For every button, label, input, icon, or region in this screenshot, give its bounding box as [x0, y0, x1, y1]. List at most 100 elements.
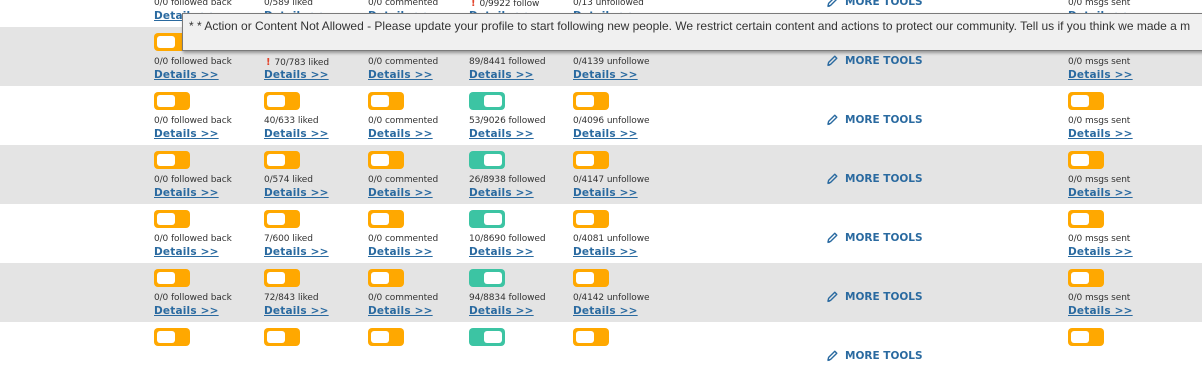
commented-toggle[interactable]: [368, 328, 404, 346]
more-tools-label: MORE TOOLS: [845, 54, 923, 67]
commented-toggle[interactable]: [368, 210, 404, 228]
msgs-sent-toggle[interactable]: [1068, 151, 1104, 169]
details-link[interactable]: Details >>: [1068, 305, 1133, 317]
more-tools-label: MORE TOOLS: [845, 0, 923, 8]
unfollowed-toggle[interactable]: [573, 210, 609, 228]
toggle-knob: [157, 95, 175, 107]
details-link[interactable]: Details >>: [469, 246, 534, 258]
msgs-sent-value: 0/0 msgs sent: [1068, 293, 1131, 303]
details-link[interactable]: Details >>: [469, 187, 534, 199]
more-tools-link[interactable]: MORE TOOLS: [826, 172, 923, 185]
followed-back-toggle[interactable]: [154, 151, 190, 169]
details-link[interactable]: Details >>: [469, 128, 534, 140]
more-tools-link[interactable]: MORE TOOLS: [826, 113, 923, 126]
details-link[interactable]: Details >>: [264, 246, 329, 258]
details-link[interactable]: Details >>: [573, 69, 638, 81]
details-link[interactable]: Details >>: [469, 69, 534, 81]
pencil-icon: [827, 114, 838, 126]
more-tools-link[interactable]: MORE TOOLS: [826, 290, 923, 303]
toggle-knob: [371, 213, 389, 225]
commented-toggle[interactable]: [368, 92, 404, 110]
details-link[interactable]: Details >>: [264, 69, 329, 81]
details-link[interactable]: Details >>: [1068, 187, 1133, 199]
toggle-knob: [157, 213, 175, 225]
msgs-sent-stat: 0/0 msgs sent: [1068, 175, 1130, 185]
msgs-sent-toggle[interactable]: [1068, 92, 1104, 110]
followed-toggle[interactable]: [469, 269, 505, 287]
details-link[interactable]: Details >>: [368, 69, 433, 81]
more-tools-label: MORE TOOLS: [845, 290, 923, 303]
commented-value: 0/0 commented: [368, 293, 439, 303]
liked-toggle[interactable]: [264, 92, 300, 110]
details-link[interactable]: Details >>: [573, 128, 638, 140]
exclamation-icon: !: [471, 0, 476, 9]
details-link[interactable]: Details >>: [154, 246, 219, 258]
toggle-knob: [1071, 154, 1089, 166]
more-tools-link[interactable]: MORE TOOLS: [826, 54, 923, 67]
liked-toggle[interactable]: [264, 269, 300, 287]
table-row: MORE TOOLS: [0, 322, 1202, 381]
details-link[interactable]: Details >>: [1068, 69, 1133, 81]
followed-back-toggle[interactable]: [154, 210, 190, 228]
more-tools-link[interactable]: MORE TOOLS: [826, 231, 923, 244]
followed-toggle[interactable]: [469, 210, 505, 228]
followed-back-value: 0/0 followed back: [154, 293, 232, 303]
liked-stat: 0/574 liked: [264, 175, 313, 185]
followed-back-toggle[interactable]: [154, 328, 190, 346]
unfollowed-toggle[interactable]: [573, 269, 609, 287]
followed-back-value: 0/0 followed back: [154, 175, 232, 185]
unfollowed-toggle[interactable]: [573, 151, 609, 169]
followed-toggle[interactable]: [469, 92, 505, 110]
details-link[interactable]: Details >>: [368, 246, 433, 258]
toggle-knob: [157, 36, 175, 48]
followed-toggle[interactable]: [469, 328, 505, 346]
details-link[interactable]: Details >>: [1068, 128, 1133, 140]
followed-back-value: 0/0 followed back: [154, 234, 232, 244]
more-tools-label: MORE TOOLS: [845, 231, 923, 244]
unfollowed-stat: 0/4096 unfollowe: [573, 116, 650, 126]
followed-back-stat: 0/0 followed back: [154, 293, 232, 303]
msgs-sent-stat: 0/0 msgs sent: [1068, 57, 1130, 67]
msgs-sent-value: 0/0 msgs sent: [1068, 57, 1131, 67]
liked-stat: 0/589 liked: [264, 0, 313, 8]
details-link[interactable]: Details >>: [264, 305, 329, 317]
unfollowed-toggle[interactable]: [573, 92, 609, 110]
details-link[interactable]: Details >>: [264, 187, 329, 199]
pencil-icon: [827, 232, 838, 244]
details-link[interactable]: Details >>: [573, 246, 638, 258]
toggle-knob: [1071, 213, 1089, 225]
followed-back-toggle[interactable]: [154, 92, 190, 110]
toggle-knob: [371, 272, 389, 284]
followed-toggle[interactable]: [469, 151, 505, 169]
details-link[interactable]: Details >>: [154, 187, 219, 199]
details-link[interactable]: Details >>: [368, 187, 433, 199]
details-link[interactable]: Details >>: [368, 305, 433, 317]
msgs-sent-toggle[interactable]: [1068, 269, 1104, 287]
details-link[interactable]: Details >>: [573, 305, 638, 317]
unfollowed-value: 0/4139 unfollowe: [573, 57, 650, 67]
details-link[interactable]: Details >>: [264, 128, 329, 140]
unfollowed-toggle[interactable]: [573, 328, 609, 346]
commented-stat: 0/0 commented: [368, 293, 438, 303]
liked-value: 0/589 liked: [264, 0, 313, 8]
liked-toggle[interactable]: [264, 210, 300, 228]
more-tools-link[interactable]: MORE TOOLS: [826, 0, 923, 8]
details-link[interactable]: Details >>: [154, 128, 219, 140]
details-link[interactable]: Details >>: [1068, 246, 1133, 258]
details-link[interactable]: Details >>: [154, 305, 219, 317]
details-link[interactable]: Details >>: [368, 128, 433, 140]
liked-toggle[interactable]: [264, 328, 300, 346]
msgs-sent-toggle[interactable]: [1068, 210, 1104, 228]
followed-back-toggle[interactable]: [154, 269, 190, 287]
commented-toggle[interactable]: [368, 269, 404, 287]
details-link[interactable]: Details >>: [469, 305, 534, 317]
liked-value: 7/600 liked: [264, 234, 313, 244]
msgs-sent-toggle[interactable]: [1068, 328, 1104, 346]
toggle-knob: [157, 331, 175, 343]
commented-toggle[interactable]: [368, 151, 404, 169]
table-row: 0/0 followed back Details >> 7/600 liked De…: [0, 204, 1202, 263]
details-link[interactable]: Details >>: [573, 187, 638, 199]
msgs-sent-value: 0/0 msgs sent: [1068, 234, 1131, 244]
details-link[interactable]: Details >>: [154, 69, 219, 81]
liked-toggle[interactable]: [264, 151, 300, 169]
